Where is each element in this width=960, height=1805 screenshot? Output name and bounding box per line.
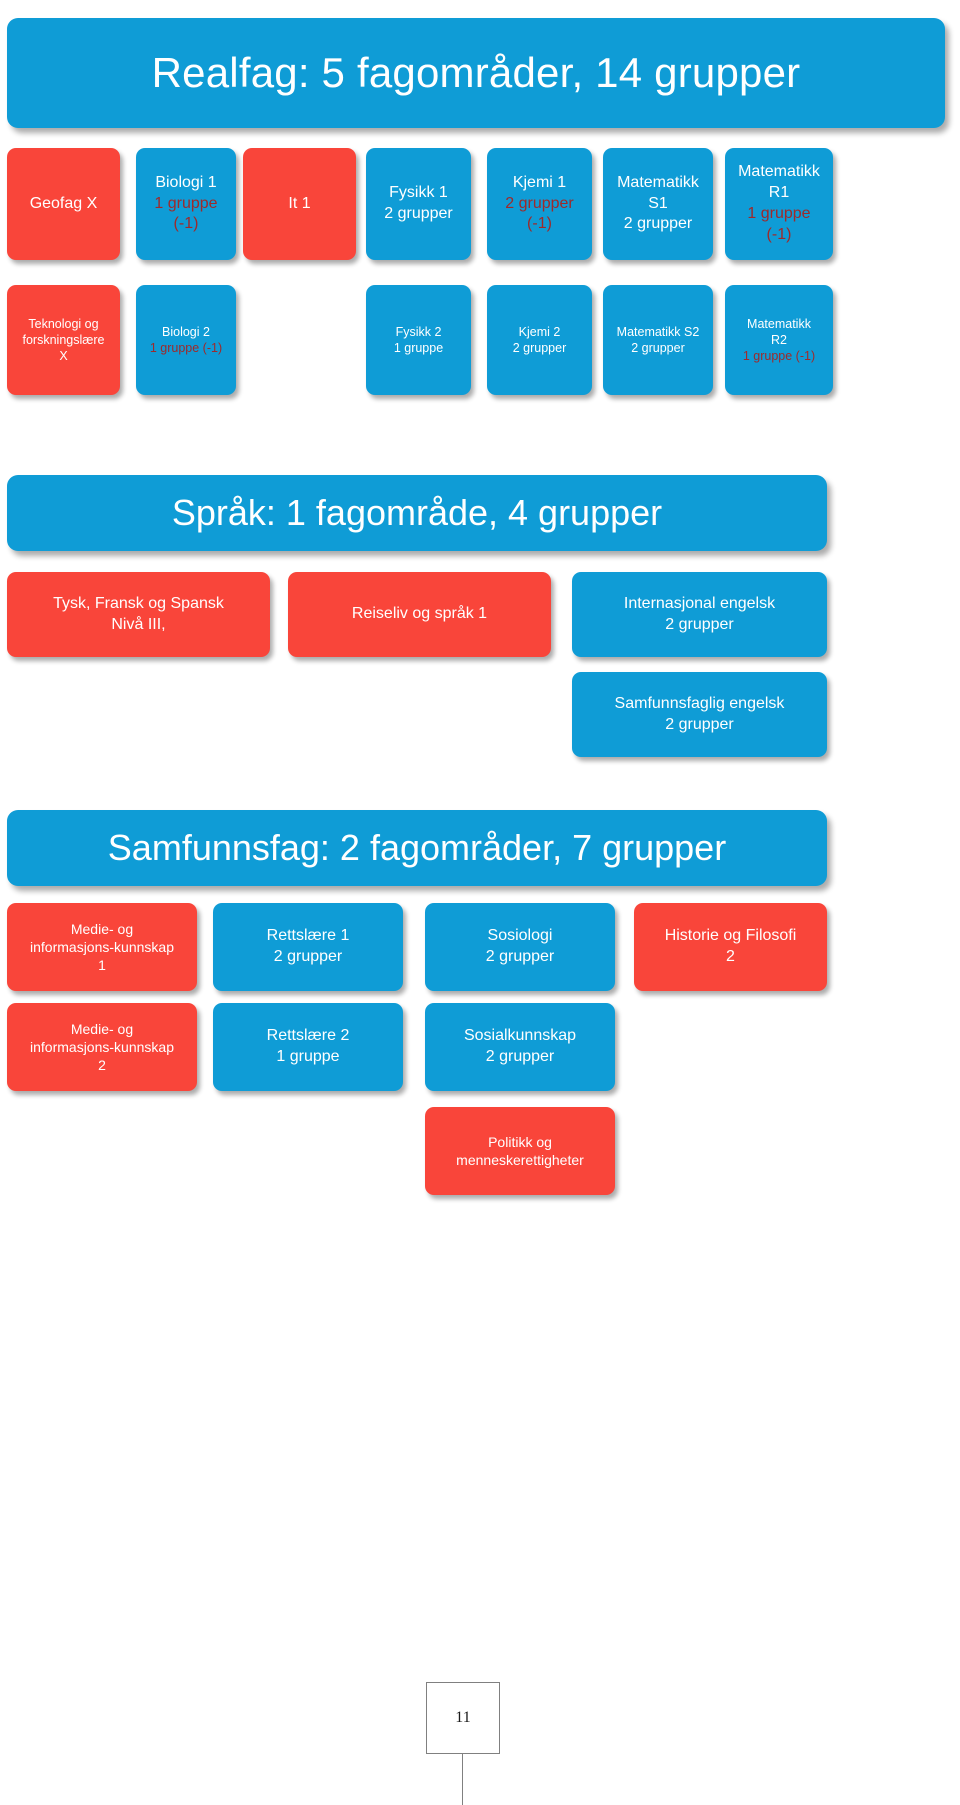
box-kjemi-1-line1: Kjemi 1: [512, 173, 567, 191]
box-kjemi-2[interactable]: Kjemi 2 2 grupper: [487, 285, 592, 395]
box-internasjonal-engelsk-line1: Internasjonal engelsk: [623, 594, 776, 612]
box-matematikk-r2-line1: Matematikk: [747, 316, 811, 331]
box-politikk-menneskerettigheter[interactable]: Politikk og menneskerettigheter: [425, 1107, 615, 1195]
sprak-banner: Språk: 1 fagområde, 4 grupper: [7, 475, 827, 551]
box-tysk-line2: Nivå III,: [111, 615, 166, 633]
box-sosialkunnskap-line2: 2 grupper: [485, 1048, 555, 1065]
box-kjemi-1-line3: (-1): [527, 215, 552, 233]
box-teknologi-line3: X: [59, 349, 68, 364]
box-medie-informasjonskunnskap-1[interactable]: Medie- og informasjons-kunnskap 1: [7, 903, 197, 991]
box-matematikk-s1-line3: 2 grupper: [623, 215, 693, 233]
box-biologi-2-line1: Biologi 2: [162, 324, 210, 339]
box-sosialkunnskap-line1: Sosialkunnskap: [463, 1027, 577, 1045]
box-matematikk-r1[interactable]: Matematikk R1 1 gruppe (-1): [725, 148, 833, 260]
samfunnsfag-banner-label: Samfunnsfag: 2 fagområder, 7 grupper: [107, 827, 727, 868]
samfunnsfag-banner: Samfunnsfag: 2 fagområder, 7 grupper: [7, 810, 827, 886]
box-kjemi-2-line2: 2 grupper: [512, 341, 567, 355]
realfag-banner: Realfag: 5 fagområder, 14 grupper: [7, 18, 945, 128]
box-rettslare-1-line1: Rettslære 1: [266, 927, 350, 945]
box-historie-filosofi-2[interactable]: Historie og Filosofi 2: [634, 903, 827, 991]
box-sosiologi[interactable]: Sosiologi 2 grupper: [425, 903, 615, 991]
box-biologi-2-line2: 1 gruppe (-1): [149, 341, 223, 355]
box-medie-1-line3: 1: [98, 957, 106, 974]
box-matematikk-s1[interactable]: Matematikk S1 2 grupper: [603, 148, 713, 260]
box-rettslare-2-line1: Rettslære 2: [266, 1027, 350, 1045]
box-rettslare-1-line2: 2 grupper: [273, 948, 343, 965]
box-reiseliv-sprak-1[interactable]: Reiseliv og språk 1: [288, 572, 551, 657]
box-fysikk-1-line2: 2 grupper: [384, 205, 453, 222]
box-biologi-1-line2: 1 gruppe: [154, 194, 218, 212]
box-biologi-1-line1: Biologi 1: [155, 173, 217, 191]
box-politikk-line1: Politikk og: [488, 1133, 552, 1150]
box-rettslare-1[interactable]: Rettslære 1 2 grupper: [213, 903, 403, 991]
box-matematikk-r1-line1: Matematikk: [738, 163, 820, 181]
box-fysikk-1[interactable]: Fysikk 1 2 grupper: [366, 148, 471, 260]
page-number-stem: [462, 1754, 463, 1805]
box-internasjonal-engelsk-line2: 2 grupper: [665, 615, 734, 633]
box-medie-informasjonskunnskap-2[interactable]: Medie- og informasjons-kunnskap 2: [7, 1003, 197, 1091]
box-rettslare-2[interactable]: Rettslære 2 1 gruppe: [213, 1003, 403, 1091]
box-matematikk-r2-line2: R2: [771, 332, 787, 347]
box-sosialkunnskap[interactable]: Sosialkunnskap 2 grupper: [425, 1003, 615, 1091]
page-number-box: 11: [426, 1682, 500, 1754]
box-biologi-1-line3: (-1): [173, 215, 199, 233]
box-medie-2-line2: informasjons-kunnskap: [30, 1038, 174, 1055]
box-matematikk-s2[interactable]: Matematikk S2 2 grupper: [603, 285, 713, 395]
box-reiseliv-line1: Reiseliv og språk 1: [351, 605, 488, 623]
box-matematikk-s2-line2: 2 grupper: [631, 341, 685, 355]
box-tysk-line1: Tysk, Fransk og Spansk: [53, 594, 224, 612]
box-sosiologi-line1: Sosiologi: [487, 927, 553, 945]
box-samfunnsfaglig-engelsk-line2: 2 grupper: [665, 715, 734, 733]
box-historie-line1: Historie og Filosofi: [664, 927, 797, 945]
box-sosiologi-line2: 2 grupper: [485, 948, 555, 965]
box-fysikk-2-line2: 1 gruppe: [393, 341, 444, 355]
box-fysikk-2-line1: Fysikk 2: [395, 324, 442, 339]
box-kjemi-1-line2: 2 grupper: [505, 194, 574, 212]
box-kjemi-1[interactable]: Kjemi 1 2 grupper (-1): [487, 148, 592, 260]
box-matematikk-r1-line4: (-1): [766, 225, 792, 243]
box-medie-1-line1: Medie- og: [70, 920, 134, 937]
box-kjemi-2-line1: Kjemi 2: [518, 324, 561, 339]
box-it-1-line1: It 1: [288, 194, 311, 212]
box-geofag-x-line1: Geofag X: [29, 194, 98, 212]
box-internasjonal-engelsk[interactable]: Internasjonal engelsk 2 grupper: [572, 572, 827, 657]
box-fysikk-1-line1: Fysikk 1: [389, 184, 448, 202]
box-geofag-x[interactable]: Geofag X: [7, 148, 120, 260]
box-matematikk-r2-line3: 1 gruppe (-1): [742, 349, 816, 364]
box-politikk-line2: menneskerettigheter: [456, 1152, 584, 1168]
box-fysikk-2[interactable]: Fysikk 2 1 gruppe: [366, 285, 471, 395]
box-medie-1-line2: informasjons-kunnskap: [30, 938, 174, 955]
box-medie-2-line3: 2: [98, 1057, 106, 1074]
slide-canvas: Realfag: 5 fagområder, 14 grupper Geofag…: [0, 0, 960, 1805]
box-matematikk-s1-line2: S1: [648, 194, 668, 212]
box-rettslare-2-line2: 1 gruppe: [276, 1048, 340, 1065]
box-matematikk-s2-line1: Matematikk S2: [616, 324, 700, 339]
box-biologi-2[interactable]: Biologi 2 1 gruppe (-1): [136, 285, 236, 395]
box-matematikk-r1-line2: R1: [768, 184, 790, 202]
box-teknologi-forskningslare-x[interactable]: Teknologi og forskningslære X: [7, 285, 120, 395]
box-historie-line2: 2: [726, 948, 735, 965]
page-number-label: 11: [455, 1709, 471, 1726]
box-matematikk-r2[interactable]: Matematikk R2 1 gruppe (-1): [725, 285, 833, 395]
box-biologi-1[interactable]: Biologi 1 1 gruppe (-1): [136, 148, 236, 260]
box-samfunnsfaglig-engelsk-line1: Samfunnsfaglig engelsk: [614, 694, 785, 712]
realfag-banner-label: Realfag: 5 fagområder, 14 grupper: [151, 49, 801, 96]
box-tysk-fransk-spansk[interactable]: Tysk, Fransk og Spansk Nivå III,: [7, 572, 270, 657]
box-medie-2-line1: Medie- og: [70, 1020, 134, 1037]
box-teknologi-line2: forskningslære: [22, 332, 105, 347]
box-samfunnsfaglig-engelsk[interactable]: Samfunnsfaglig engelsk 2 grupper: [572, 672, 827, 757]
box-matematikk-r1-line3: 1 gruppe: [747, 205, 811, 222]
sprak-banner-label: Språk: 1 fagområde, 4 grupper: [171, 492, 663, 533]
box-it-1[interactable]: It 1: [243, 148, 356, 260]
box-matematikk-s1-line1: Matematikk: [617, 173, 699, 191]
box-teknologi-line1: Teknologi og: [28, 316, 99, 331]
